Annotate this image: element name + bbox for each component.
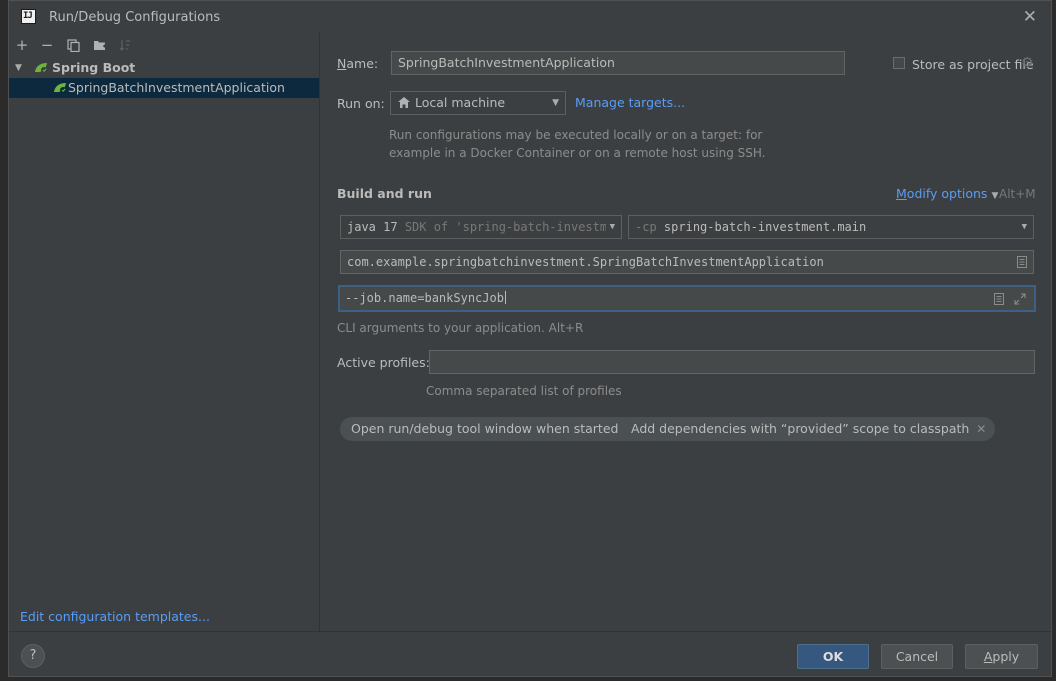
tree-group-spring-boot[interactable]: ▼ Spring Boot: [9, 58, 319, 78]
editor-background: [0, 0, 8, 681]
name-label-text: ame:: [346, 56, 379, 71]
modify-options-shortcut: Alt+M: [999, 187, 1036, 201]
configuration-editor: Name: SpringBatchInvestmentApplication S…: [320, 33, 1051, 632]
option-chip-label: Add dependencies with “provided” scope t…: [631, 421, 970, 436]
remove-configuration-icon[interactable]: −: [37, 35, 57, 55]
run-on-select[interactable]: Local machine ▼: [390, 91, 566, 115]
copy-icon[interactable]: [63, 35, 83, 55]
classpath-prefix: -cp: [635, 220, 657, 234]
run-on-hint-line1: Run configurations may be executed local…: [389, 128, 763, 142]
modify-options-text: odify options: [906, 186, 988, 201]
option-chip-add-provided-dependencies[interactable]: Add dependencies with “provided” scope t…: [620, 417, 996, 441]
name-input[interactable]: SpringBatchInvestmentApplication: [391, 51, 845, 75]
run-on-label: Run on:: [337, 96, 385, 111]
classpath-value: spring-batch-investment.main: [663, 220, 867, 234]
classpath-module-select[interactable]: -cp spring-batch-investment.main ▼: [628, 215, 1034, 239]
store-as-project-file-checkbox[interactable]: [893, 57, 905, 69]
window-title: Run/Debug Configurations: [49, 10, 221, 25]
section-divider: [337, 171, 1032, 172]
name-label: Name:: [337, 56, 379, 71]
modify-options-link[interactable]: Modify options ▼: [896, 186, 998, 201]
tree-item-label: SpringBatchInvestmentApplication: [68, 80, 285, 95]
program-arguments-input[interactable]: --job.name=bankSyncJob: [338, 285, 1036, 312]
gear-icon[interactable]: ⚙: [1021, 55, 1034, 71]
configurations-pane: + − ▼ Spring Boot SpringBatchInvestmentA…: [9, 33, 320, 632]
option-chip-open-tool-window[interactable]: Open run/debug tool window when started …: [340, 417, 645, 441]
add-configuration-icon[interactable]: +: [12, 35, 32, 55]
cancel-button[interactable]: Cancel: [881, 644, 953, 669]
sort-icon[interactable]: [115, 35, 135, 55]
active-profiles-input[interactable]: [429, 350, 1035, 374]
ok-button[interactable]: OK: [797, 644, 869, 669]
tree-item-springbatchinvestmentapplication[interactable]: SpringBatchInvestmentApplication: [9, 78, 319, 98]
spring-boot-config-icon: [54, 83, 66, 93]
new-folder-icon[interactable]: [90, 35, 110, 55]
jdk-select[interactable]: java 17 SDK of 'spring-batch-investm ▼: [340, 215, 622, 239]
text-caret: [504, 291, 506, 304]
intellij-app-icon: IJ: [21, 9, 36, 24]
chevron-down-icon: ▼: [552, 98, 559, 108]
browse-document-icon[interactable]: [1017, 251, 1027, 273]
program-arguments-value: --job.name=bankSyncJob: [345, 291, 504, 305]
run-on-value: Local machine: [415, 95, 506, 110]
dialog-footer: ? OK Cancel Apply: [9, 631, 1051, 676]
main-class-input[interactable]: com.example.springbatchinvestment.Spring…: [340, 250, 1034, 274]
expand-icon[interactable]: [1014, 287, 1026, 310]
chevron-down-icon: ▼: [605, 216, 615, 238]
apply-label-text: pply: [992, 649, 1020, 664]
home-icon: [398, 97, 410, 108]
store-as-project-file-label: Store as project file: [912, 57, 1034, 72]
apply-button[interactable]: Apply: [965, 644, 1038, 669]
build-and-run-title: Build and run: [337, 186, 432, 201]
edit-configuration-templates-link[interactable]: Edit configuration templates...: [20, 609, 210, 624]
configurations-toolbar: + −: [9, 33, 319, 57]
tree-group-label: Spring Boot: [52, 60, 136, 75]
main-class-value: com.example.springbatchinvestment.Spring…: [347, 255, 824, 269]
run-debug-dialog: IJ Run/Debug Configurations ✕ + − ▼ Spri…: [8, 0, 1052, 677]
program-arguments-hint: CLI arguments to your application. Alt+R: [337, 321, 584, 335]
spring-boot-icon: [35, 63, 47, 73]
chevron-down-icon: ▼: [1021, 222, 1027, 232]
remove-option-icon[interactable]: ✕: [976, 417, 986, 441]
chevron-down-icon: ▼: [991, 191, 999, 201]
modify-options-mnemonic: M: [896, 186, 907, 201]
active-profiles-label: Active profiles:: [337, 355, 430, 370]
help-button[interactable]: ?: [21, 644, 45, 668]
title-bar: IJ Run/Debug Configurations ✕: [9, 1, 1051, 33]
jdk-detail: SDK of 'spring-batch-investm: [404, 220, 608, 234]
active-profiles-hint: Comma separated list of profiles: [426, 384, 622, 398]
jdk-main: java 17: [347, 220, 398, 234]
insert-macro-icon[interactable]: [994, 287, 1004, 310]
run-on-hint-line2: example in a Docker Container or on a re…: [389, 146, 766, 160]
close-icon[interactable]: ✕: [1023, 7, 1037, 27]
option-chip-label: Open run/debug tool window when started: [351, 421, 619, 436]
chevron-down-icon[interactable]: ▼: [15, 58, 22, 78]
manage-targets-link[interactable]: Manage targets...: [575, 95, 685, 110]
